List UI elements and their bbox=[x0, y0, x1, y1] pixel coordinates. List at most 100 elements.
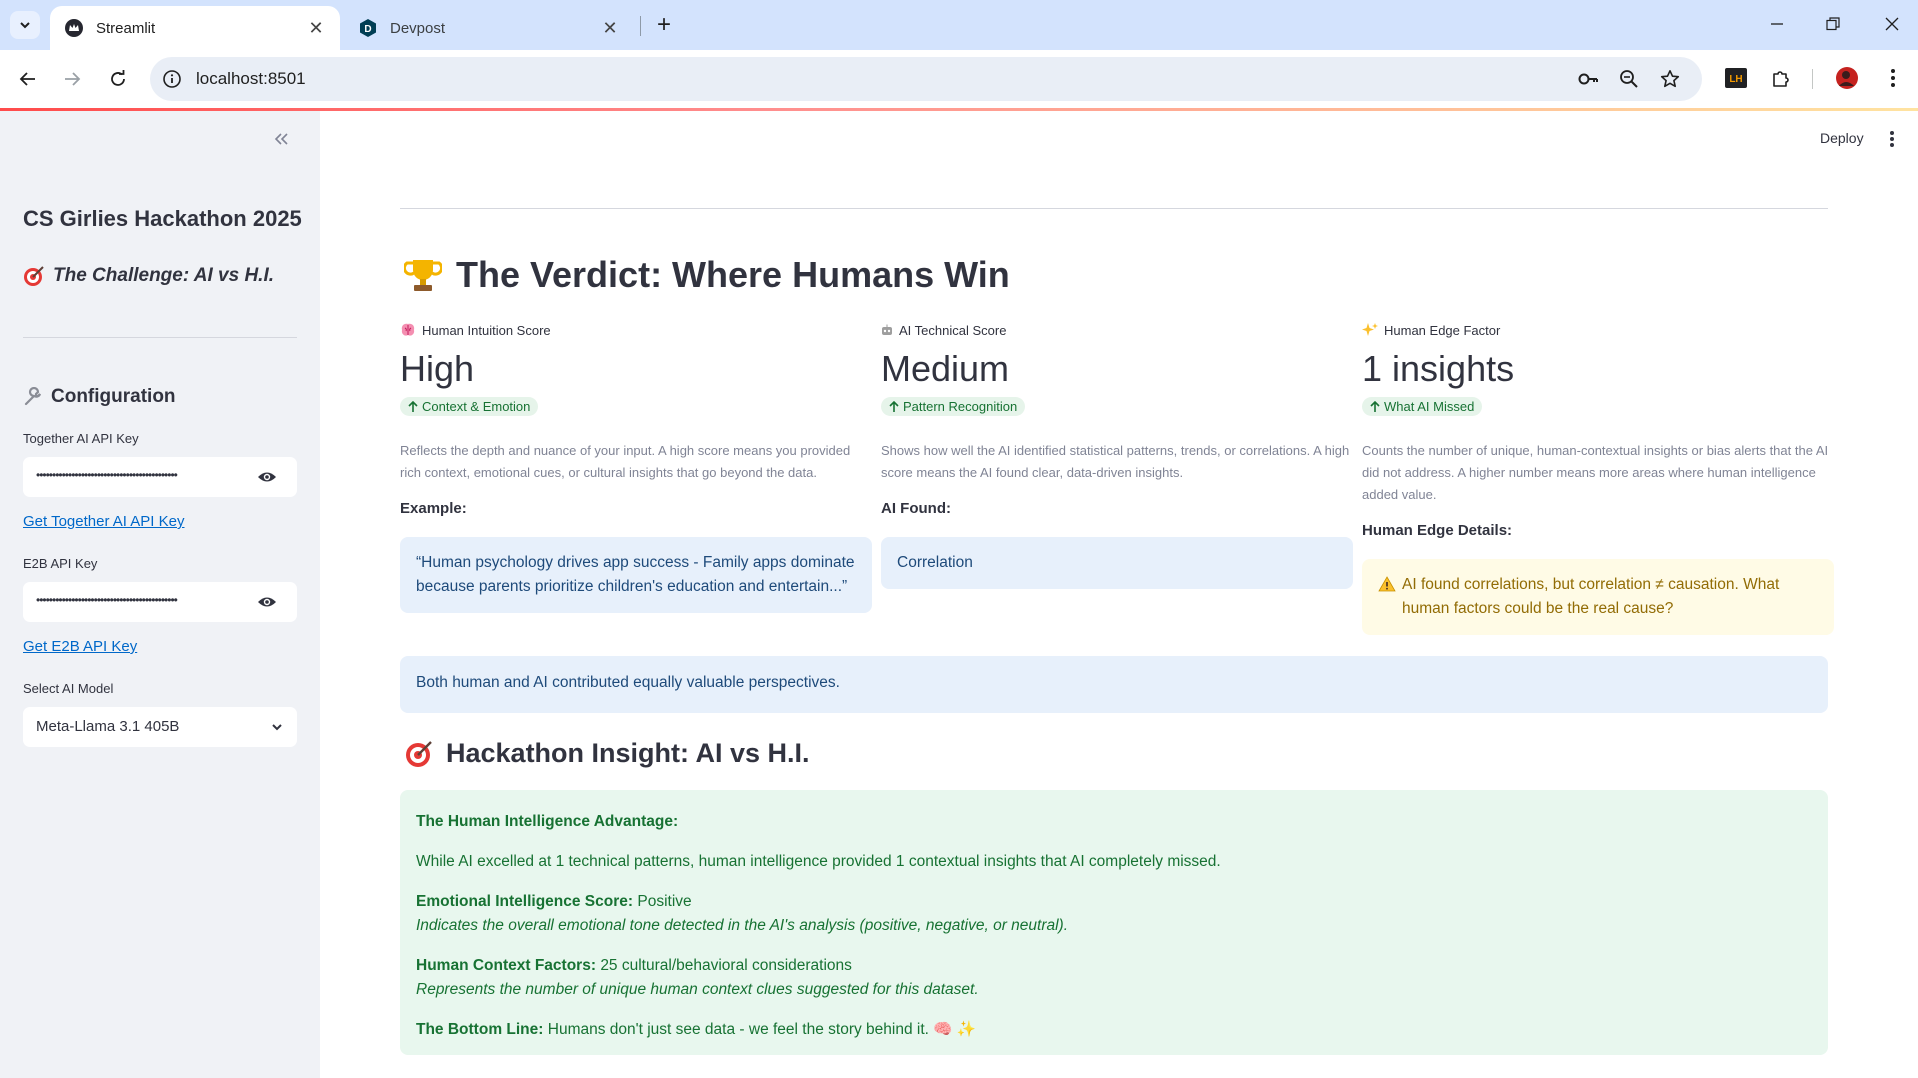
brain-icon bbox=[401, 323, 415, 336]
metric-label-text: AI Technical Score bbox=[899, 322, 1007, 338]
metric-description: Counts the number of unique, human-conte… bbox=[1362, 442, 1829, 502]
metric-delta-text: What AI Missed bbox=[1384, 399, 1475, 414]
metric-ai-technical: AI Technical Score Medium Pattern Recogn… bbox=[881, 320, 1353, 589]
metric-value: Medium bbox=[881, 348, 1010, 389]
close-tab-icon[interactable]: ✕ bbox=[600, 18, 620, 39]
balance-info-message: Both human and AI contributed equally va… bbox=[400, 656, 1828, 713]
context-note: Represents the number of unique human co… bbox=[416, 981, 979, 998]
lighthouse-extension-icon[interactable]: LH bbox=[1721, 63, 1751, 93]
eye-icon[interactable] bbox=[257, 468, 277, 486]
metric-delta: Pattern Recognition bbox=[881, 397, 1026, 416]
streamlit-crown-icon bbox=[64, 18, 84, 38]
double-chevron-left-icon bbox=[274, 133, 288, 145]
tab-streamlit[interactable]: Streamlit ✕ bbox=[50, 6, 340, 50]
browser-tab-bar: Streamlit ✕ D Devpost ✕ + bbox=[0, 0, 1918, 50]
metric-label: Human Intuition Score bbox=[400, 320, 872, 340]
site-info-icon[interactable] bbox=[162, 69, 182, 89]
insight-title: Hackathon Insight: AI vs H.I. bbox=[446, 738, 810, 768]
restore-button[interactable] bbox=[1813, 8, 1853, 40]
robot-icon bbox=[882, 324, 892, 335]
main-menu-button[interactable] bbox=[1886, 129, 1898, 149]
profile-avatar[interactable] bbox=[1832, 63, 1862, 93]
configuration-heading: Configuration bbox=[23, 386, 176, 408]
zoom-out-icon[interactable] bbox=[1617, 67, 1641, 91]
back-button[interactable] bbox=[13, 64, 43, 94]
close-window-button[interactable] bbox=[1872, 8, 1912, 40]
together-api-key-input[interactable]: ••••••••••••••••••••••••••••••••••••••••… bbox=[23, 457, 297, 497]
model-select-label: Select AI Model bbox=[23, 681, 114, 696]
metric-value: High bbox=[400, 348, 475, 389]
advantage-title: The Human Intelligence Advantage: bbox=[416, 813, 679, 830]
url-text[interactable]: localhost:8501 bbox=[196, 69, 306, 89]
reload-icon bbox=[111, 70, 125, 86]
model-select[interactable]: Meta-Llama 3.1 405B bbox=[23, 707, 297, 747]
metric-value: 1 insights bbox=[1362, 348, 1515, 389]
verdict-heading: The Verdict: Where Humans Win bbox=[404, 254, 1010, 296]
devpost-icon: D bbox=[358, 18, 378, 38]
minimize-button[interactable] bbox=[1757, 8, 1797, 40]
minimize-icon bbox=[1771, 23, 1783, 25]
context-value: 25 cultural/behavioral considerations bbox=[600, 957, 852, 974]
together-api-key-label: Together AI API Key bbox=[23, 431, 139, 446]
arrow-up-icon bbox=[408, 400, 418, 412]
e2b-api-key-input[interactable]: ••••••••••••••••••••••••••••••••••••••••… bbox=[23, 582, 297, 622]
challenge-heading: The Challenge: AI vs H.I. bbox=[23, 265, 274, 287]
new-tab-button[interactable]: + bbox=[650, 12, 678, 40]
e2b-api-key-label: E2B API Key bbox=[23, 556, 98, 571]
address-bar[interactable]: localhost:8501 bbox=[150, 57, 1702, 101]
arrow-up-icon bbox=[889, 400, 899, 412]
reload-button[interactable] bbox=[103, 64, 133, 94]
wrench-icon bbox=[24, 387, 42, 406]
ai-found-box: Correlation bbox=[881, 536, 1353, 589]
trophy-icon bbox=[404, 260, 442, 291]
get-together-api-key-link[interactable]: Get Together AI API Key bbox=[23, 513, 185, 530]
target-icon bbox=[406, 740, 432, 767]
target-icon bbox=[24, 266, 44, 286]
main-content: Deploy The Verdict: Where Humans Win Hum… bbox=[320, 111, 1918, 1078]
collapse-sidebar-button[interactable] bbox=[268, 127, 294, 151]
configuration-label: Configuration bbox=[51, 386, 176, 407]
password-key-icon[interactable] bbox=[1576, 67, 1600, 91]
deploy-button[interactable]: Deploy bbox=[1820, 130, 1864, 146]
insight-success-box: The Human Intelligence Advantage: While … bbox=[400, 790, 1828, 1055]
human-edge-warning: AI found correlations, but correlation ≠… bbox=[1362, 558, 1834, 635]
sidebar: CS Girlies Hackathon 2025 The Challenge:… bbox=[0, 111, 320, 1078]
model-select-value[interactable]: Meta-Llama 3.1 405B bbox=[36, 718, 179, 735]
get-e2b-api-key-link[interactable]: Get E2B API Key bbox=[23, 638, 137, 655]
close-icon bbox=[1885, 17, 1899, 31]
svg-text:LH: LH bbox=[1729, 74, 1742, 85]
metric-human-edge: Human Edge Factor 1 insights What AI Mis… bbox=[1362, 320, 1834, 635]
insight-heading: Hackathon Insight: AI vs H.I. bbox=[404, 738, 810, 769]
e2b-api-key-value[interactable]: ••••••••••••••••••••••••••••••••••••••••… bbox=[36, 593, 262, 607]
forward-button[interactable] bbox=[57, 64, 87, 94]
main-divider bbox=[400, 208, 1828, 209]
emotional-value: Positive bbox=[637, 893, 692, 910]
together-api-key-value[interactable]: ••••••••••••••••••••••••••••••••••••••••… bbox=[36, 468, 262, 482]
chevron-down-icon[interactable] bbox=[269, 719, 285, 735]
close-tab-icon[interactable]: ✕ bbox=[306, 18, 326, 39]
arrow-left-icon bbox=[19, 72, 35, 86]
emotional-label: Emotional Intelligence Score: bbox=[416, 893, 634, 910]
metric-description: Reflects the depth and nuance of your in… bbox=[400, 442, 851, 480]
tab-divider bbox=[640, 16, 641, 36]
warning-icon bbox=[1378, 573, 1396, 621]
restore-icon bbox=[1826, 17, 1840, 31]
metric-delta: Context & Emotion bbox=[400, 397, 539, 416]
human-edge-warning-text: AI found correlations, but correlation ≠… bbox=[1402, 575, 1780, 617]
browser-menu-button[interactable] bbox=[1878, 63, 1908, 93]
metric-delta-text: Pattern Recognition bbox=[903, 399, 1018, 414]
metric-human-intuition: Human Intuition Score High Context & Emo… bbox=[400, 320, 872, 613]
tab-devpost[interactable]: D Devpost ✕ bbox=[344, 6, 634, 50]
tab-search-button[interactable] bbox=[10, 11, 40, 39]
extensions-puzzle-icon[interactable] bbox=[1766, 63, 1796, 93]
bookmark-star-icon[interactable] bbox=[1658, 67, 1682, 91]
challenge-text: The Challenge: AI vs H.I. bbox=[53, 265, 275, 286]
sidebar-divider bbox=[23, 337, 297, 338]
metric-label: AI Technical Score bbox=[881, 320, 1353, 340]
browser-toolbar: localhost:8501 LH bbox=[0, 50, 1918, 108]
context-label: Human Context Factors: bbox=[416, 957, 596, 974]
metric-label-text: Human Intuition Score bbox=[422, 322, 551, 338]
metric-delta: What AI Missed bbox=[1362, 397, 1483, 416]
emotional-note: Indicates the overall emotional tone det… bbox=[416, 917, 1069, 934]
eye-icon[interactable] bbox=[257, 593, 277, 611]
